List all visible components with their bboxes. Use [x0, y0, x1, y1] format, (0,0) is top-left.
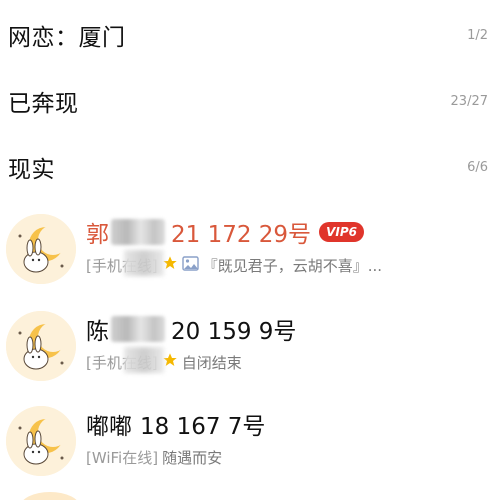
contact-name: 郭 21 172 29号 VIP6	[86, 216, 364, 248]
online-status: [WiFi在线]	[86, 448, 159, 467]
avatar[interactable]	[6, 406, 76, 476]
signature: 『既见君子，云胡不喜』...	[202, 256, 383, 275]
signature: 自闭结束	[181, 353, 242, 372]
group-count: 23/27	[450, 93, 488, 109]
bunny-moon-avatar	[6, 214, 76, 284]
group-name: 现实	[8, 157, 55, 183]
next-avatar-peek	[20, 492, 80, 500]
name-prefix: 陈	[86, 319, 109, 345]
signature: 随遇而安	[162, 448, 223, 467]
contact-name: 嘟嘟 18 167 7号	[86, 408, 265, 440]
group-row-xiamen[interactable]: 网恋：厦门 1/2	[0, 2, 500, 68]
name-suffix: 18 167 7号	[140, 414, 266, 440]
name-prefix: 郭	[86, 222, 109, 248]
blurred-overlay	[124, 250, 164, 276]
bunny-moon-avatar	[6, 406, 76, 476]
contact-name: 陈 20 159 9号	[86, 313, 296, 345]
bunny-moon-avatar	[6, 311, 76, 381]
vip-badge: VIP6	[319, 222, 364, 242]
contact-row[interactable]: 嘟嘟 18 167 7号 [WiFi在线] 随遇而安	[0, 398, 500, 490]
blurred-overlay	[124, 347, 164, 373]
blurred-name	[111, 219, 165, 245]
star-icon	[162, 352, 178, 372]
star-icon	[162, 255, 178, 275]
avatar[interactable]	[6, 311, 76, 381]
group-row-reality[interactable]: 现实 6/6	[0, 134, 500, 200]
group-row-met[interactable]: 已奔现 23/27	[0, 68, 500, 134]
status-row: [WiFi在线] 随遇而安	[86, 446, 222, 468]
avatar[interactable]	[6, 214, 76, 284]
group-count: 1/2	[467, 27, 488, 43]
group-name: 网恋：厦门	[8, 25, 126, 51]
contact-row[interactable]: 郭 21 172 29号 VIP6 [手机在线] 『既见君子，云胡不喜』...	[0, 206, 500, 298]
name-suffix: 20 159 9号	[171, 319, 297, 345]
picture-icon	[182, 255, 199, 275]
name-suffix: 21 172 29号	[171, 222, 312, 248]
blurred-name	[111, 316, 165, 342]
contact-row[interactable]: 陈 20 159 9号 [手机在线] 自闭结束	[0, 303, 500, 395]
group-count: 6/6	[467, 159, 488, 175]
group-name: 已奔现	[8, 91, 79, 117]
name-prefix: 嘟嘟	[86, 414, 132, 440]
